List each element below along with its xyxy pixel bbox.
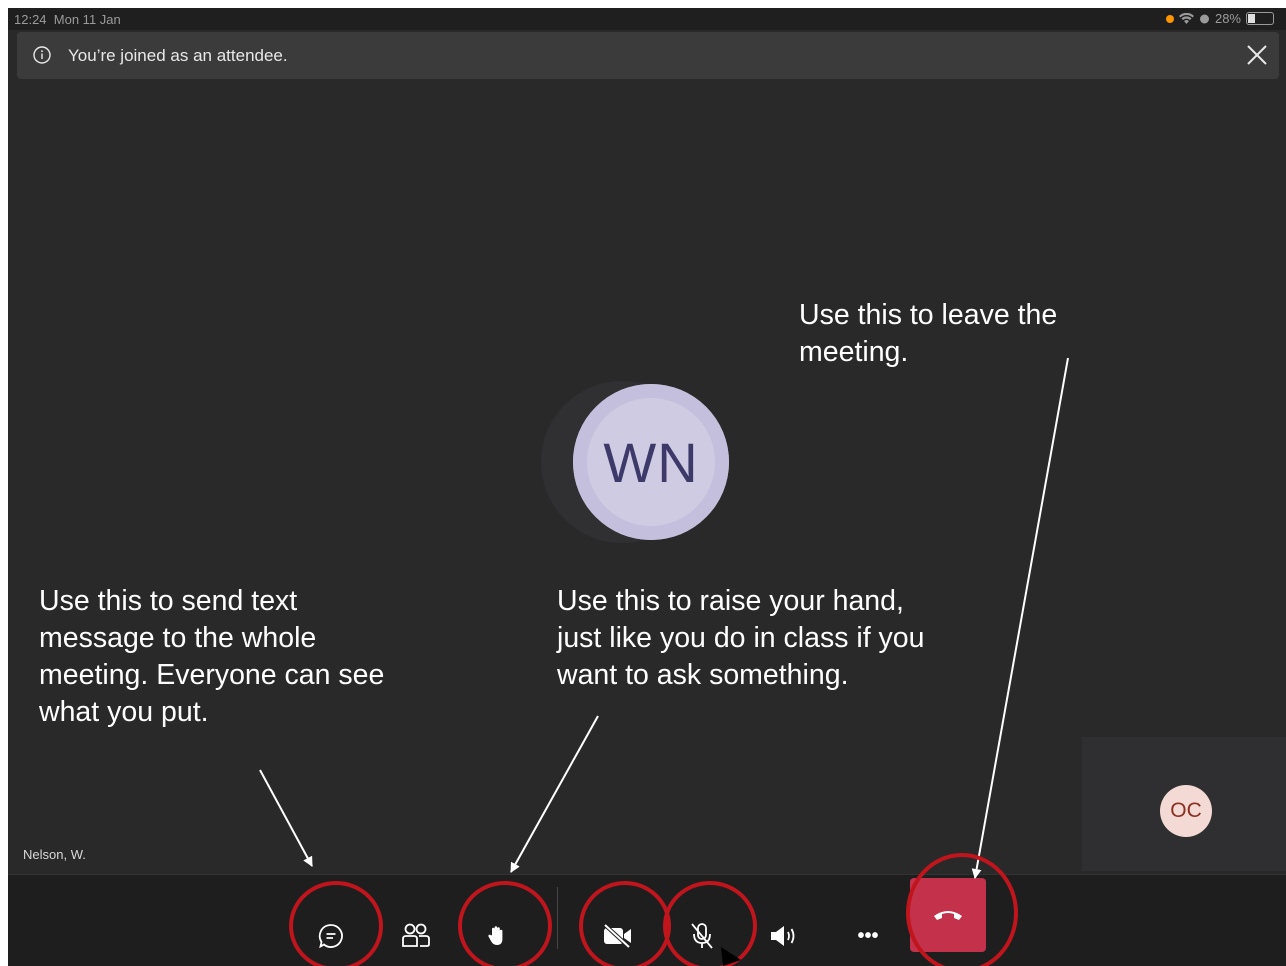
speaker-icon	[771, 926, 795, 946]
meeting-toolbar	[8, 874, 1286, 966]
self-avatar: OC	[1160, 785, 1212, 837]
battery-percent: 28%	[1214, 11, 1241, 26]
mic-off-icon	[691, 923, 713, 949]
more-button[interactable]: •••	[846, 914, 890, 958]
people-icon	[402, 923, 430, 947]
leave-annotation: Use this to leave the meeting.	[799, 299, 1058, 368]
teams-meeting-screen: 12:24 Mon 11 Jan 28% You’re joined as an…	[8, 8, 1286, 966]
participant-name-label: Nelson, W.	[23, 847, 86, 862]
hang-up-icon	[934, 911, 962, 920]
toolbar-divider	[557, 887, 558, 949]
info-icon	[33, 46, 51, 64]
raise-hand-icon	[488, 926, 503, 945]
alarm-icon	[1199, 14, 1209, 24]
chat-annotation: Use this to send text message to the who…	[39, 585, 385, 728]
battery-icon	[1246, 12, 1274, 25]
wifi-icon	[1178, 12, 1194, 24]
attendee-banner: You’re joined as an attendee.	[17, 32, 1279, 79]
participant-avatar: WN	[573, 384, 729, 540]
status-indicators: 28%	[1165, 11, 1274, 26]
banner-message: You’re joined as an attendee.	[68, 46, 288, 65]
speaker-button[interactable]	[762, 914, 806, 958]
close-icon[interactable]	[1245, 43, 1269, 67]
leave-button[interactable]	[910, 878, 986, 952]
microphone-button[interactable]	[680, 914, 724, 958]
chat-button[interactable]	[309, 914, 353, 958]
status-bar: 12:24 Mon 11 Jan 28%	[8, 8, 1286, 30]
chat-icon	[318, 924, 343, 949]
camera-off-icon	[603, 924, 631, 948]
raise-hand-annotation: Use this to raise your hand, just like y…	[557, 585, 925, 691]
raise-hand-button[interactable]	[475, 914, 519, 958]
recording-dot-icon	[1165, 14, 1174, 23]
self-video-tile[interactable]: OC	[1082, 737, 1286, 871]
participants-button[interactable]	[394, 914, 438, 958]
status-time: 12:24 Mon 11 Jan	[14, 12, 121, 27]
camera-button[interactable]	[596, 914, 640, 958]
